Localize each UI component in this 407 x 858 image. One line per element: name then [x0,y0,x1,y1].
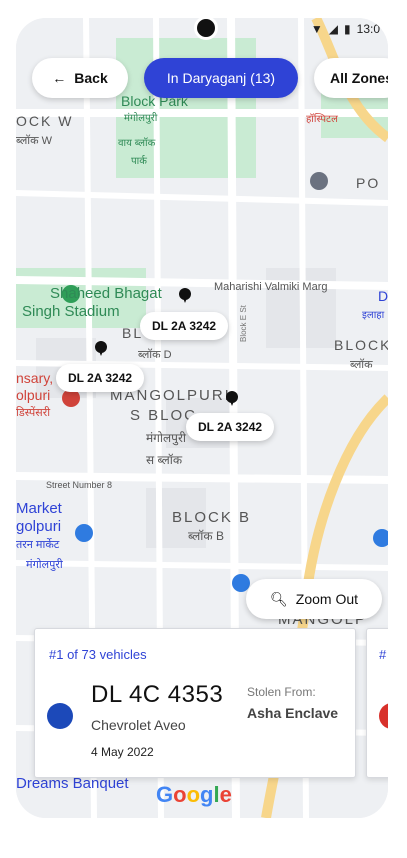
map-label: हॉस्पिटल [306,113,338,125]
zoom-out-icon: 🔍︎ [269,590,288,607]
map-label: PO [356,175,380,191]
area-label: In Daryaganj (13) [166,70,276,86]
battery-icon: ▮ [344,22,351,36]
vehicle-count: #1 of 73 vehicles [49,647,147,662]
vehicle-card-next[interactable]: # [366,628,388,778]
back-button[interactable]: ← Back [32,58,128,98]
vehicle-count: # [379,647,387,662]
map-label: इलाहा [362,310,385,321]
vehicle-card[interactable]: #1 of 73 vehicles DL 4C 4353 Chevrolet A… [34,628,356,778]
vehicle-color-dot [47,703,73,729]
zoom-out-label: Zoom Out [295,591,359,607]
arrow-left-icon: ← [52,70,67,86]
map-label: मंगोलपुरी [26,558,63,571]
zones-label: All Zones [330,70,388,86]
map-label: ब्लॉक W [16,134,53,147]
phone-screen: Block Park मंगोलपुरी वाय ब्लॉक पार्क OCK… [16,18,388,818]
marker-label[interactable]: DL 2A 3242 [140,312,229,340]
back-label: Back [74,70,108,86]
vehicle-plate: DL 4C 4353 [91,681,224,708]
map-label: पार्क [131,155,147,167]
map-label: Singh Stadium [22,303,120,320]
map-label: Block E St [239,304,248,342]
zoom-out-button[interactable]: 🔍︎ Zoom Out [246,579,382,619]
status-bar: ▼ ◢ ▮ 13:0 [16,18,388,46]
signal-icon: ◢ [328,22,339,36]
map-label: Maharishi Valmiki Marg [214,281,328,293]
area-filter-button[interactable]: In Daryaganj (13) [144,58,298,98]
map-label: BLOCK B [172,509,251,526]
map-label: वाय ब्लॉक [118,137,156,149]
clock: 13:0 [356,22,380,36]
wifi-icon: ▼ [310,22,323,36]
zones-button[interactable]: All Zones [314,58,388,98]
map-label: Market [16,500,63,517]
map-label: डिस्पेंसरी [16,406,50,419]
map-label: nsary, [16,370,53,386]
map-label: golpuri [16,518,61,535]
vehicle-color-dot [379,703,388,729]
marker-label[interactable]: DL 2A 3242 [186,413,275,441]
google-logo: Google [156,782,232,807]
map-label: ब्लॉक D [138,348,172,361]
map-label: तरन मार्केट [16,538,60,551]
map-label: स ब्लॉक [146,453,183,467]
map-label: मंगोलपुरी [124,112,158,124]
map-label: D [378,288,388,304]
vehicle-marker[interactable] [226,391,238,406]
stolen-from-label: Stolen From: [247,685,316,699]
camera-icon [194,18,218,40]
map-label: मंगोलपुरी [146,431,187,446]
map-label: olpuri [16,387,50,403]
map-label: ब्लॉक [350,358,373,371]
stolen-from-place: Asha Enclave [247,705,339,721]
map-label: BLOCK [334,337,388,353]
vehicle-model: Chevrolet Aveo [91,717,186,733]
map-label: Street Number 8 [46,480,112,490]
vehicle-date: 4 May 2022 [91,745,154,759]
vehicle-marker[interactable] [95,341,107,356]
status-icons: ▼ ◢ ▮ 13:0 [311,22,380,36]
vehicle-marker[interactable] [179,288,191,303]
map-label: ब्लॉक B [188,529,224,543]
map-label: OCK W [16,113,73,129]
marker-label[interactable]: DL 2A 3242 [56,364,145,392]
map-label: Shaheed Bhagat [50,285,163,302]
